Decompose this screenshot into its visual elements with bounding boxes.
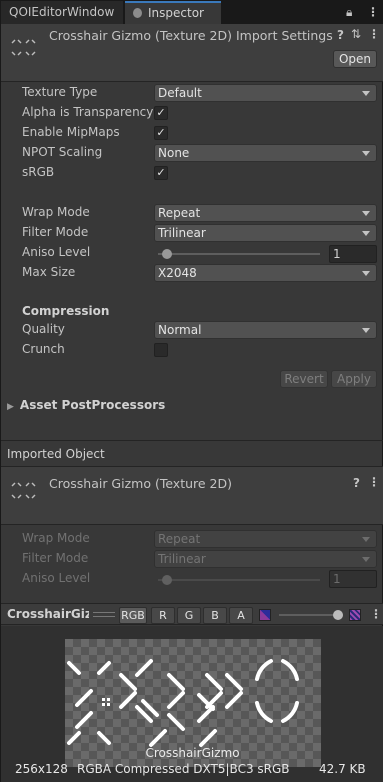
slider-track bbox=[158, 253, 320, 255]
alpha-transparency-label: Alpha is Transparency bbox=[22, 105, 154, 119]
srgb-label: sRGB bbox=[22, 165, 55, 179]
quality-label: Quality bbox=[22, 322, 65, 336]
help-icon[interactable]: ? bbox=[337, 28, 344, 42]
context-menu-icon[interactable]: ⋮ bbox=[368, 475, 380, 489]
max-size-dropdown[interactable]: X2048 bbox=[154, 264, 377, 282]
slider-knob[interactable] bbox=[162, 249, 172, 259]
channel-label: B bbox=[211, 609, 219, 622]
imported-wrap-mode-dropdown: Repeat bbox=[154, 530, 377, 548]
imported-object-title: Crosshair Gizmo (Texture 2D) bbox=[49, 476, 233, 491]
apply-button-label: Apply bbox=[337, 372, 371, 386]
asset-postprocessors-label: Asset PostProcessors bbox=[19, 398, 166, 412]
imported-aniso-slider bbox=[154, 575, 324, 585]
texture-format: RGBA Compressed DXT5|BC3 sRGB bbox=[77, 762, 290, 776]
srgb-checkbox[interactable]: ✓ bbox=[154, 166, 168, 180]
channel-label: RGB bbox=[121, 609, 145, 622]
tab-qoi-editor-window[interactable]: QOIEditorWindow bbox=[1, 1, 123, 24]
npot-scaling-value: None bbox=[158, 146, 190, 160]
presets-icon[interactable]: ⇅ bbox=[351, 27, 361, 41]
tab-label: Inspector bbox=[148, 6, 204, 20]
imported-filter-mode-label: Filter Mode bbox=[22, 551, 89, 565]
preview-menu-icon[interactable]: ⋮ bbox=[370, 607, 382, 621]
imported-object-heading: Imported Object bbox=[7, 447, 105, 461]
import-settings-title: Crosshair Gizmo (Texture 2D) Import Sett… bbox=[49, 28, 333, 43]
texture-type-dropdown[interactable]: Default bbox=[154, 84, 377, 102]
context-menu-icon[interactable]: ⋮ bbox=[368, 27, 380, 41]
channel-g-button[interactable]: G bbox=[177, 607, 201, 624]
foldout-arrow-icon: ▶ bbox=[7, 402, 14, 412]
mip-level-slider[interactable] bbox=[279, 610, 343, 620]
npot-scaling-dropdown[interactable]: None bbox=[154, 144, 377, 162]
texture-dimensions: 256x128 bbox=[15, 762, 68, 776]
drag-handle-icon[interactable] bbox=[93, 612, 115, 617]
max-size-value: X2048 bbox=[158, 266, 197, 280]
channel-label: A bbox=[237, 609, 245, 622]
channel-label: G bbox=[184, 609, 194, 622]
inspector-icon bbox=[133, 7, 142, 18]
imported-wrap-mode-label: Wrap Mode bbox=[22, 531, 90, 545]
imported-filter-mode-dropdown: Trilinear bbox=[154, 550, 377, 568]
imported-filter-mode-value: Trilinear bbox=[158, 552, 206, 566]
texture-type-label: Texture Type bbox=[22, 85, 98, 99]
alpha-transparency-checkbox[interactable]: ✓ bbox=[154, 106, 168, 120]
inspector-window: QOIEditorWindow Inspector 🔒︎ ⋮ Crosshair… bbox=[0, 0, 383, 782]
tab-inspector[interactable]: Inspector bbox=[125, 1, 221, 24]
channel-rgb-button[interactable]: RGB bbox=[119, 607, 147, 624]
aniso-level-slider[interactable] bbox=[154, 249, 324, 259]
crunch-checkbox[interactable] bbox=[154, 343, 168, 357]
open-button-label: Open bbox=[338, 52, 372, 66]
apply-button[interactable]: Apply bbox=[331, 370, 377, 388]
wrap-mode-dropdown[interactable]: Repeat bbox=[154, 204, 377, 222]
texture-info-bar: 256x128 RGBA Compressed DXT5|BC3 sRGB 42… bbox=[1, 761, 383, 782]
channel-b-button[interactable]: B bbox=[203, 607, 227, 624]
compression-heading: Compression bbox=[22, 304, 110, 318]
max-size-label: Max Size bbox=[22, 265, 76, 279]
channel-r-button[interactable]: R bbox=[151, 607, 175, 624]
tab-bar: QOIEditorWindow Inspector 🔒︎ ⋮ bbox=[1, 1, 383, 24]
open-button[interactable]: Open bbox=[333, 50, 377, 68]
asset-postprocessors-foldout[interactable]: ▶ Asset PostProcessors bbox=[7, 398, 165, 412]
aniso-level-input[interactable]: 1 bbox=[329, 245, 377, 263]
texture-icon bbox=[11, 482, 36, 499]
quality-dropdown[interactable]: Normal bbox=[154, 321, 377, 339]
mip-large-icon bbox=[349, 609, 361, 621]
quality-value: Normal bbox=[158, 323, 202, 337]
slider-knob bbox=[162, 575, 172, 585]
wrap-mode-value: Repeat bbox=[158, 206, 201, 220]
tab-label: QOIEditorWindow bbox=[9, 5, 115, 19]
imported-aniso-level-label: Aniso Level bbox=[22, 571, 91, 585]
more-menu-icon[interactable]: ⋮ bbox=[367, 5, 379, 19]
lock-icon[interactable]: 🔒︎ bbox=[346, 5, 352, 19]
crunch-label: Crunch bbox=[22, 342, 65, 356]
filter-mode-value: Trilinear bbox=[158, 226, 206, 240]
divider bbox=[1, 440, 383, 441]
filter-mode-label: Filter Mode bbox=[22, 225, 89, 239]
aniso-level-value: 1 bbox=[333, 247, 341, 261]
preview-overlay-name: CrosshairGizmo bbox=[145, 746, 240, 760]
channel-a-button[interactable]: A bbox=[229, 607, 253, 624]
mip-small-icon bbox=[259, 609, 271, 621]
slider-knob[interactable] bbox=[333, 610, 343, 620]
wrap-mode-label: Wrap Mode bbox=[22, 205, 90, 219]
channel-label: R bbox=[159, 609, 167, 622]
enable-mipmaps-checkbox[interactable]: ✓ bbox=[154, 126, 168, 140]
imported-aniso-input: 1 bbox=[329, 570, 377, 588]
slider-track bbox=[158, 579, 320, 581]
texture-type-value: Default bbox=[158, 86, 202, 100]
aniso-level-label: Aniso Level bbox=[22, 245, 91, 259]
npot-scaling-label: NPOT Scaling bbox=[22, 145, 103, 159]
revert-button[interactable]: Revert bbox=[280, 370, 328, 388]
enable-mipmaps-label: Enable MipMaps bbox=[22, 125, 120, 139]
texture-asset-icon bbox=[11, 39, 36, 56]
import-settings-header: Crosshair Gizmo (Texture 2D) Import Sett… bbox=[1, 24, 383, 82]
preview-asset-name: CrosshairGiz bbox=[7, 607, 89, 621]
texture-file-size: 42.7 KB bbox=[319, 762, 366, 776]
preview-toolbar: CrosshairGiz RGB R G B A ⋮ bbox=[1, 603, 383, 625]
revert-button-label: Revert bbox=[284, 372, 324, 386]
filter-mode-dropdown[interactable]: Trilinear bbox=[154, 224, 377, 242]
help-icon[interactable]: ? bbox=[353, 476, 360, 490]
imported-aniso-value: 1 bbox=[333, 572, 341, 586]
imported-wrap-mode-value: Repeat bbox=[158, 532, 201, 546]
imported-object-header: Crosshair Gizmo (Texture 2D) ? ⋮ bbox=[1, 467, 383, 525]
